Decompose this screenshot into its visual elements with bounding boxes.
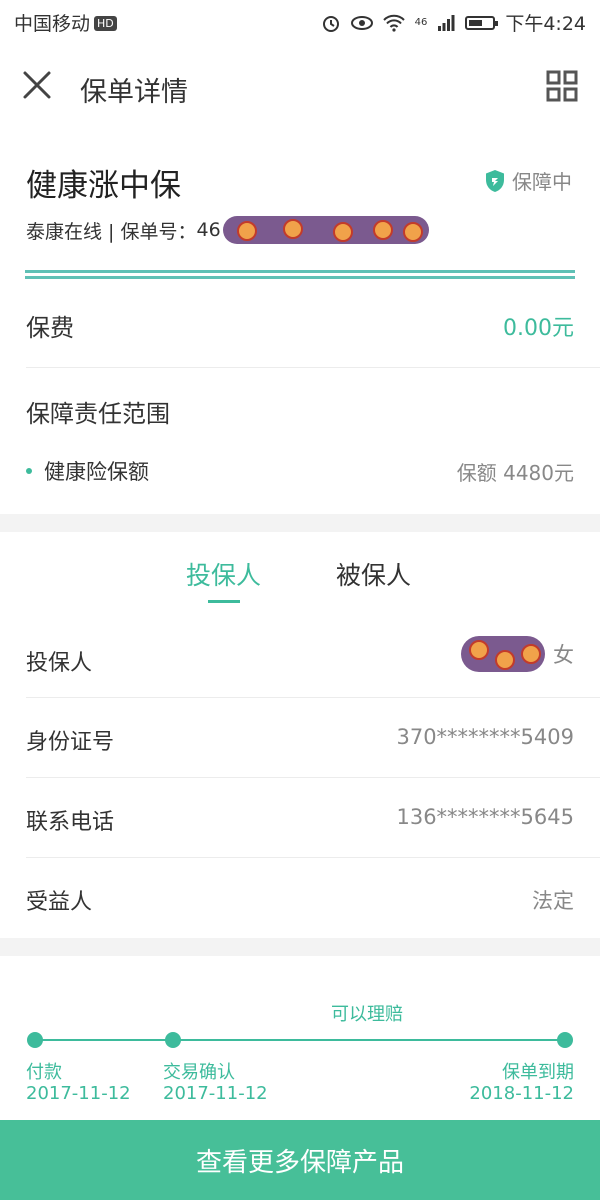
- timeline-step-date: 2017-11-12: [26, 1083, 131, 1104]
- insurer-line: 泰康在线 | 保单号： 46: [26, 216, 429, 244]
- coverage-title: 保障责任范围: [26, 400, 170, 428]
- divider: [26, 697, 600, 698]
- title-bar: 保单详情: [0, 40, 600, 136]
- timeline-step-label: 保单到期: [502, 1062, 574, 1083]
- status-bar: 中国移动 HD 46 下午4:24: [0, 0, 600, 40]
- policy-number: 46: [196, 219, 221, 241]
- carrier-group: 中国移动 HD: [14, 9, 117, 36]
- redacted-policy-number: [222, 216, 429, 244]
- divider: [26, 777, 600, 778]
- premium-value: 0.00元: [503, 316, 574, 341]
- page-title: 保单详情: [80, 77, 188, 108]
- phone-label: 联系电话: [26, 810, 115, 835]
- id-number-label: 身份证号: [26, 730, 115, 755]
- beneficiary-label: 受益人: [26, 890, 93, 915]
- header-divider: [25, 270, 575, 282]
- bullet-icon: [26, 468, 32, 474]
- timeline-dot-confirm: [165, 1032, 181, 1048]
- clock: 下午4:24: [505, 13, 586, 35]
- holder-gender: 女: [553, 643, 574, 667]
- network-type: 46: [414, 17, 428, 28]
- product-name: 健康涨中保: [26, 168, 181, 204]
- tab-policy-holder[interactable]: 投保人: [186, 556, 261, 592]
- timeline-step-date: 2018-11-12: [469, 1083, 574, 1104]
- claim-available-label: 可以理赔: [331, 1004, 403, 1025]
- timeline-step-date: 2017-11-12: [163, 1083, 268, 1104]
- eye-icon: [350, 15, 373, 30]
- insurer-prefix: 泰康在线 | 保单号：: [26, 220, 197, 243]
- coverage-item: 健康险保额: [26, 456, 149, 486]
- premium-label: 保费: [26, 314, 74, 342]
- wifi-icon: [382, 14, 405, 32]
- id-number-value: 370********5409: [396, 725, 574, 749]
- holder-label: 投保人: [26, 651, 93, 676]
- signal-icon: [438, 14, 455, 31]
- alarm-icon: [322, 15, 339, 32]
- coverage-item-name: 健康险保额: [44, 460, 149, 484]
- coverage-item-amount: 保额 4480元: [456, 461, 574, 485]
- divider: [26, 857, 600, 858]
- battery-icon: [465, 15, 499, 30]
- status-badge: 保障中: [484, 166, 572, 195]
- timeline-dot-expiry: [557, 1032, 573, 1048]
- timeline-dot-payment: [27, 1032, 43, 1048]
- section-gap: [0, 938, 600, 956]
- redacted-holder-name: [461, 636, 545, 672]
- beneficiary-value: 法定: [532, 889, 574, 913]
- tab-insured[interactable]: 被保人: [336, 556, 411, 592]
- timeline-step-label: 付款: [26, 1062, 62, 1083]
- section-gap: [0, 514, 600, 532]
- close-icon[interactable]: [22, 70, 52, 100]
- phone-value: 136********5645: [396, 805, 574, 829]
- active-tab-indicator: [208, 600, 240, 603]
- hd-badge: HD: [94, 16, 117, 31]
- grid-icon[interactable]: [546, 70, 578, 102]
- timeline-line: [34, 1039, 566, 1041]
- battery-fill: [469, 19, 483, 26]
- holder-value: 女: [461, 636, 574, 672]
- carrier-name: 中国移动: [14, 13, 91, 35]
- status-icons: 46 下午4:24: [321, 9, 586, 36]
- status-badge-label: 保障中: [512, 170, 572, 194]
- view-more-products-button[interactable]: 查看更多保障产品: [0, 1120, 600, 1200]
- shield-icon: [486, 169, 504, 192]
- divider: [26, 367, 600, 368]
- timeline-step-label: 交易确认: [163, 1062, 235, 1083]
